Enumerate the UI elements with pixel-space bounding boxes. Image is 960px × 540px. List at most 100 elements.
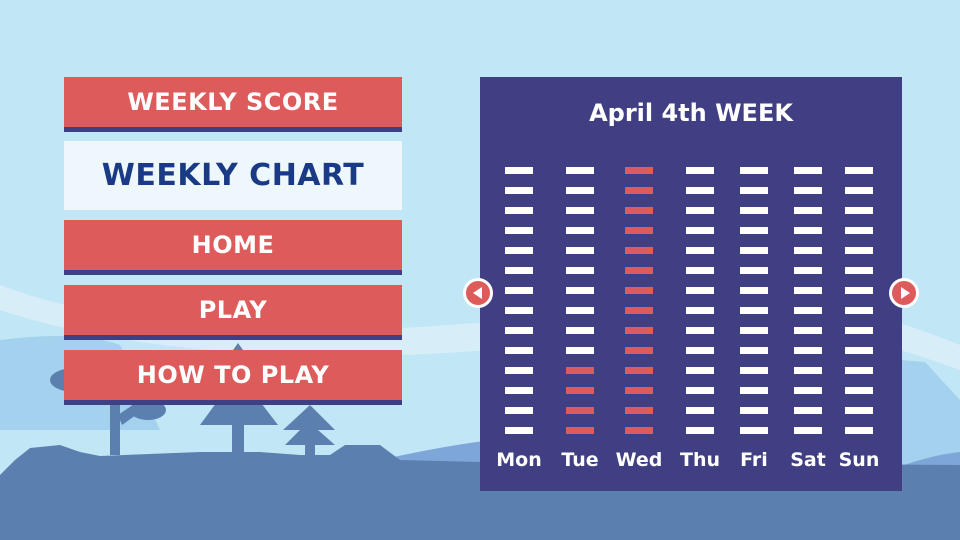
bar-segment — [794, 327, 822, 334]
bar-segment — [686, 287, 714, 294]
bar-segment — [686, 407, 714, 414]
bar-segment — [566, 427, 594, 434]
bar-segment — [845, 247, 873, 254]
bar-segment — [566, 267, 594, 274]
bar-segment — [505, 427, 533, 434]
bar-segment — [794, 267, 822, 274]
bar-segment — [845, 427, 873, 434]
bar-segment — [740, 187, 768, 194]
bar-segment — [794, 387, 822, 394]
chart-title: April 4th WEEK — [589, 99, 793, 127]
bar-segment — [740, 347, 768, 354]
how-to-play-button[interactable]: HOW TO PLAY — [64, 350, 402, 405]
bar-segment — [686, 187, 714, 194]
day-label-sun: Sun — [838, 449, 880, 471]
bar-segment — [686, 347, 714, 354]
bar-segment — [625, 307, 653, 314]
bar-segment — [845, 367, 873, 374]
bar-segment — [845, 347, 873, 354]
bar-segment — [566, 367, 594, 374]
bar-segment — [625, 427, 653, 434]
bar-segment — [566, 167, 594, 174]
next-week-button[interactable] — [889, 278, 919, 308]
day-label-wed: Wed — [615, 449, 663, 471]
bar-segment — [505, 187, 533, 194]
play-button[interactable]: PLAY — [64, 285, 402, 340]
bar-segment — [845, 167, 873, 174]
bar-segment — [794, 307, 822, 314]
previous-week-button[interactable] — [463, 278, 493, 308]
bar-segment — [505, 207, 533, 214]
bar-segment — [740, 427, 768, 434]
bar-segment — [686, 207, 714, 214]
bar-segment — [845, 287, 873, 294]
bar-segment — [505, 287, 533, 294]
bar-segment — [686, 327, 714, 334]
bar-segment — [686, 267, 714, 274]
bar-segment — [566, 327, 594, 334]
bar-segment — [566, 207, 594, 214]
bar-segment — [625, 367, 653, 374]
bar-segment — [794, 427, 822, 434]
bar-segment — [625, 327, 653, 334]
bar-segment — [625, 387, 653, 394]
weekly-chart-button[interactable]: WEEKLY CHART — [64, 141, 402, 210]
bar-segment — [686, 247, 714, 254]
bar-segment — [505, 407, 533, 414]
bar-segment — [566, 227, 594, 234]
bar-segment — [740, 367, 768, 374]
bar-segment — [505, 387, 533, 394]
bar-segment — [794, 227, 822, 234]
chevron-left-icon — [472, 287, 482, 299]
bar-segment — [686, 307, 714, 314]
bar-segment — [845, 267, 873, 274]
bar-segment — [794, 167, 822, 174]
bar-segment — [845, 227, 873, 234]
bar-segment — [686, 167, 714, 174]
bar-segment — [505, 367, 533, 374]
bar-segment — [566, 287, 594, 294]
bar-segment — [845, 407, 873, 414]
bar-segment — [845, 187, 873, 194]
bar-segment — [566, 187, 594, 194]
bar-segment — [740, 407, 768, 414]
bar-segment — [740, 247, 768, 254]
bar-segment — [845, 387, 873, 394]
bar-segment — [794, 247, 822, 254]
chevron-right-icon — [900, 287, 910, 299]
bar-segment — [566, 387, 594, 394]
bar-segment — [566, 307, 594, 314]
bar-segment — [505, 167, 533, 174]
bar-segment — [686, 227, 714, 234]
bar-segment — [505, 247, 533, 254]
bar-segment — [794, 347, 822, 354]
bar-segment — [740, 207, 768, 214]
bar-segment — [845, 207, 873, 214]
day-label-thu: Thu — [679, 449, 720, 471]
bar-segment — [625, 227, 653, 234]
bar-segment — [794, 287, 822, 294]
bar-segment — [740, 387, 768, 394]
bar-segment — [686, 387, 714, 394]
bar-segment — [740, 167, 768, 174]
bar-segment — [686, 367, 714, 374]
bar-segment — [845, 307, 873, 314]
bar-segment — [566, 247, 594, 254]
bar-segment — [566, 347, 594, 354]
bar-segment — [686, 427, 714, 434]
bar-segment — [625, 167, 653, 174]
bar-segment — [625, 267, 653, 274]
bar-segment — [625, 287, 653, 294]
day-label-tue: Tue — [561, 449, 599, 471]
weekly-score-button[interactable]: WEEKLY SCORE — [64, 77, 402, 132]
bar-segment — [505, 227, 533, 234]
bar-segment — [740, 227, 768, 234]
bar-segment — [740, 307, 768, 314]
day-label-fri: Fri — [740, 449, 768, 471]
bar-segment — [794, 187, 822, 194]
weekly-chart-panel: April 4th WEEK Mon Tue Wed Thu Fri Sat Sun — [480, 77, 902, 491]
bar-segment — [566, 407, 594, 414]
home-button[interactable]: HOME — [64, 220, 402, 275]
bar-segment — [625, 347, 653, 354]
day-label-mon: Mon — [496, 449, 542, 471]
